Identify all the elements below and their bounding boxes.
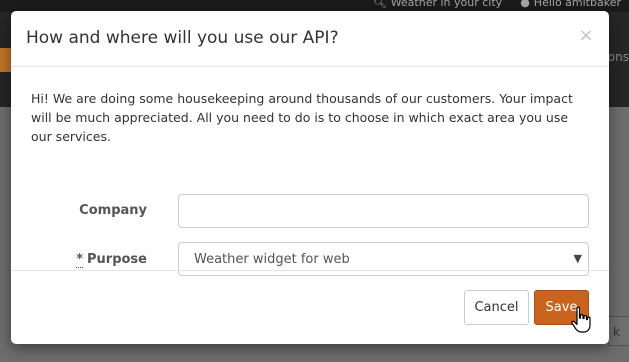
cancel-button[interactable]: Cancel	[464, 290, 529, 325]
api-usage-modal: How and where will you use our API? × Hi…	[11, 11, 609, 344]
purpose-label-text: Purpose	[87, 252, 147, 267]
required-mark: *	[76, 252, 83, 268]
close-button[interactable]: ×	[577, 25, 595, 47]
purpose-label: * Purpose	[76, 252, 147, 268]
purpose-selected-value: Weather widget for web	[194, 251, 350, 267]
modal-header: How and where will you use our API? ×	[11, 11, 609, 67]
company-label: Company	[79, 203, 147, 218]
company-input[interactable]	[178, 194, 589, 228]
modal-footer: Cancel Save	[11, 270, 609, 344]
hand-cursor-icon	[571, 306, 591, 333]
intro-text: Hi! We are doing some housekeeping aroun…	[31, 91, 573, 144]
caret-down-icon: ▼	[573, 252, 582, 265]
modal-body: Hi! We are doing some housekeeping aroun…	[11, 67, 609, 276]
modal-title: How and where will you use our API?	[26, 28, 339, 48]
